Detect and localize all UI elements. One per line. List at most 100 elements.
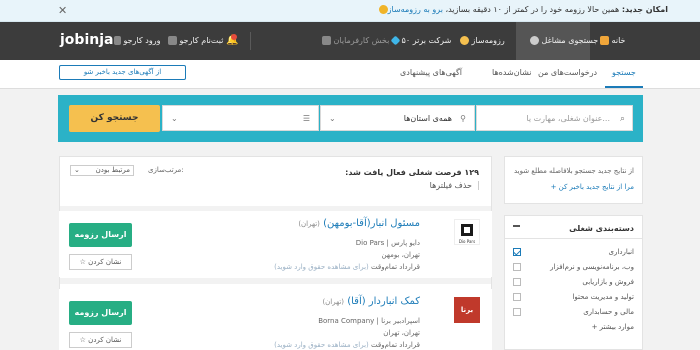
category-item[interactable]: تولید و مدیریت محتوا <box>572 293 634 303</box>
job-search-label: جستجوی مشاغل <box>541 36 599 45</box>
employers-link[interactable]: بخش کارفرمایان <box>318 22 389 60</box>
category-filter-box: دسته‌بندی شغلی انبارداری وب،‌ برنامه‌نوی… <box>504 215 643 350</box>
resume-builder-label: رزومه‌ساز <box>471 36 505 45</box>
clear-filters-link[interactable]: حذف فیلترها <box>430 181 479 190</box>
job-title[interactable]: مسئول انبار(آقا-بومهن) (تهران) <box>298 218 420 229</box>
jobinja-logo[interactable]: jobinja <box>60 32 113 48</box>
user-add-icon <box>168 36 177 45</box>
category-item[interactable]: وب،‌ برنامه‌نویسی و نرم‌افزار <box>550 263 634 273</box>
category-item[interactable]: انبارداری <box>609 248 634 258</box>
company-name: اسپرادبیر برنا | Borna Company <box>318 317 420 325</box>
category-checkbox[interactable] <box>513 278 521 286</box>
list-icon: ☰ <box>302 114 310 123</box>
contract-type: قرارداد تمام‌وقت <box>371 263 420 271</box>
company-logo: Dio Pars <box>454 219 480 245</box>
location-pin-icon: ⚲ <box>460 114 466 123</box>
province-select[interactable]: همه‌ی استان‌ها ⚲ ⌄ <box>320 105 475 131</box>
job-card[interactable]: ارسال رزومه ☆ نشان کردن مسئول انبار(آقا-… <box>59 211 492 277</box>
job-location-tag: (تهران) <box>322 298 345 306</box>
job-title-text: مسئول انبار(آقا-بومهن) <box>323 218 420 229</box>
job-company: اسپرادبیر برنا | Borna Company <box>318 317 420 325</box>
bookmark-button[interactable]: ☆ نشان کردن <box>69 254 132 270</box>
job-card[interactable]: ارسال رزومه ☆ نشان کردن کمک انباردار (آق… <box>59 289 492 350</box>
tab-my-applications[interactable]: درخواست‌های من <box>538 68 597 77</box>
active-tab-indicator <box>605 86 643 88</box>
category-checkbox[interactable] <box>513 293 521 301</box>
chevron-down-icon: ⌄ <box>329 114 336 123</box>
sub-navigation: از آگهی‌های جدید باخبر شو آگهی‌های پیشنه… <box>0 60 700 89</box>
salary-note: (برای مشاهده حقوق وارد شوید) <box>274 341 369 349</box>
job-company: دایو پارس | Dio Pars <box>356 239 420 247</box>
top-navbar: jobinja ورود کارجو ثبت‌نام کارجو 🔔 بخش ک… <box>0 22 700 60</box>
search-icon <box>530 36 539 45</box>
category-checkbox[interactable] <box>513 308 521 316</box>
divider <box>505 238 642 239</box>
announcement-message: امکان جدید: همین حالا رزومه خود را در کم… <box>248 5 668 14</box>
notify-new-jobs-button[interactable]: از آگهی‌های جدید باخبر شو <box>59 65 186 80</box>
top50-label: ۵۰ شرکت برتر <box>401 36 452 45</box>
job-search-link[interactable]: جستجوی مشاغل <box>516 22 598 60</box>
job-title[interactable]: کمک انباردار (آقا) (تهران) <box>322 296 420 307</box>
login-link[interactable]: ورود کارجو <box>110 22 160 60</box>
job-city: تهران، تهران <box>383 329 420 337</box>
search-button[interactable]: جستجو کن <box>69 105 160 132</box>
sort-label: مرتب‌سازی: <box>148 166 184 174</box>
signup-label: ثبت‌نام کارجو <box>179 36 224 45</box>
wand-icon <box>460 36 469 45</box>
star-icon: ☆ <box>79 336 86 344</box>
category-checkbox[interactable] <box>513 248 521 256</box>
home-link[interactable]: خانه <box>596 22 625 60</box>
close-icon[interactable]: ✕ <box>58 4 67 17</box>
announcement-text: همین حالا رزومه خود را در کمتر از ۱۰ دقی… <box>442 5 622 14</box>
alert-text: از نتایج جدید جستجو بلافاصله مطلع شوید <box>513 167 634 175</box>
signup-link[interactable]: ثبت‌نام کارجو <box>164 22 223 60</box>
resume-builder-link[interactable]: رزومه‌ساز <box>456 22 505 60</box>
collapse-icon[interactable] <box>513 225 520 227</box>
building-icon <box>322 36 331 45</box>
employers-label: بخش کارفرمایان <box>333 36 390 45</box>
tab-bookmarked[interactable]: نشان‌شده‌ها <box>492 68 531 77</box>
star-icon: ☆ <box>79 258 86 266</box>
salary-note: (برای مشاهده حقوق وارد شوید) <box>274 263 369 271</box>
announcement-bar: ✕ امکان جدید: همین حالا رزومه خود را در … <box>0 0 700 22</box>
notification-bell-icon[interactable]: 🔔 <box>226 22 238 60</box>
category-item[interactable]: مالی و حسابداری <box>583 308 634 318</box>
chevron-down-icon: ⌄ <box>74 166 80 174</box>
bookmark-button[interactable]: ☆ نشان کردن <box>69 332 132 348</box>
company-logo-text: برنا <box>460 306 474 314</box>
apply-button[interactable]: ارسال رزومه <box>69 223 132 247</box>
category-item[interactable]: فروش و بازاریابی <box>582 278 634 288</box>
keyword-placeholder: عنوان شغلی، مهارت یا... <box>526 114 610 123</box>
diamond-icon <box>390 35 401 46</box>
contract-type: قرارداد تمام‌وقت <box>371 341 420 349</box>
category-select[interactable]: ☰ ⌄ <box>162 105 319 131</box>
login-icon <box>114 36 121 45</box>
tab-suggested[interactable]: آگهی‌های پیشنهادی <box>400 68 462 77</box>
company-logo-text: Dio Pars <box>458 239 476 244</box>
bookmark-label: نشان کردن <box>88 336 122 344</box>
tab-search[interactable]: جستجو <box>612 68 636 77</box>
job-location-tag: (تهران) <box>298 220 320 228</box>
job-title-text: کمک انباردار (آقا) <box>347 296 420 307</box>
job-contract: قرارداد تمام‌وقت (برای مشاهده حقوق وارد … <box>274 263 420 271</box>
city-name: تهران، تهران <box>383 329 420 337</box>
province-value: همه‌ی استان‌ها <box>403 114 452 123</box>
chevron-down-icon: ⌄ <box>171 114 178 123</box>
company-name: دایو پارس | Dio Pars <box>355 239 420 247</box>
apply-button[interactable]: ارسال رزومه <box>69 301 132 325</box>
category-checkbox[interactable] <box>513 263 521 271</box>
bookmark-label: نشان کردن <box>88 258 122 266</box>
sort-select[interactable]: مرتبط بودن ⌄ <box>70 165 134 176</box>
company-logo: برنا <box>454 297 480 323</box>
alert-link[interactable]: + مرا از نتایج جدید باخبر کن <box>551 183 634 191</box>
more-categories-link[interactable]: + موارد بیشتر <box>592 323 634 333</box>
announcement-link[interactable]: برو به رزومه‌ساز <box>388 5 443 14</box>
job-contract: قرارداد تمام‌وقت (برای مشاهده حقوق وارد … <box>274 341 420 349</box>
keyword-search-input[interactable]: عنوان شغلی، مهارت یا... ⌕ <box>476 105 633 131</box>
search-alert-box: از نتایج جدید جستجو بلافاصله مطلع شوید +… <box>504 156 643 204</box>
nav-divider <box>250 32 251 50</box>
divider <box>60 278 491 284</box>
job-city: تهران، بومهن <box>382 251 420 259</box>
top50-link[interactable]: ۵۰ شرکت برتر <box>388 22 451 60</box>
search-icon: ⌕ <box>619 114 625 124</box>
